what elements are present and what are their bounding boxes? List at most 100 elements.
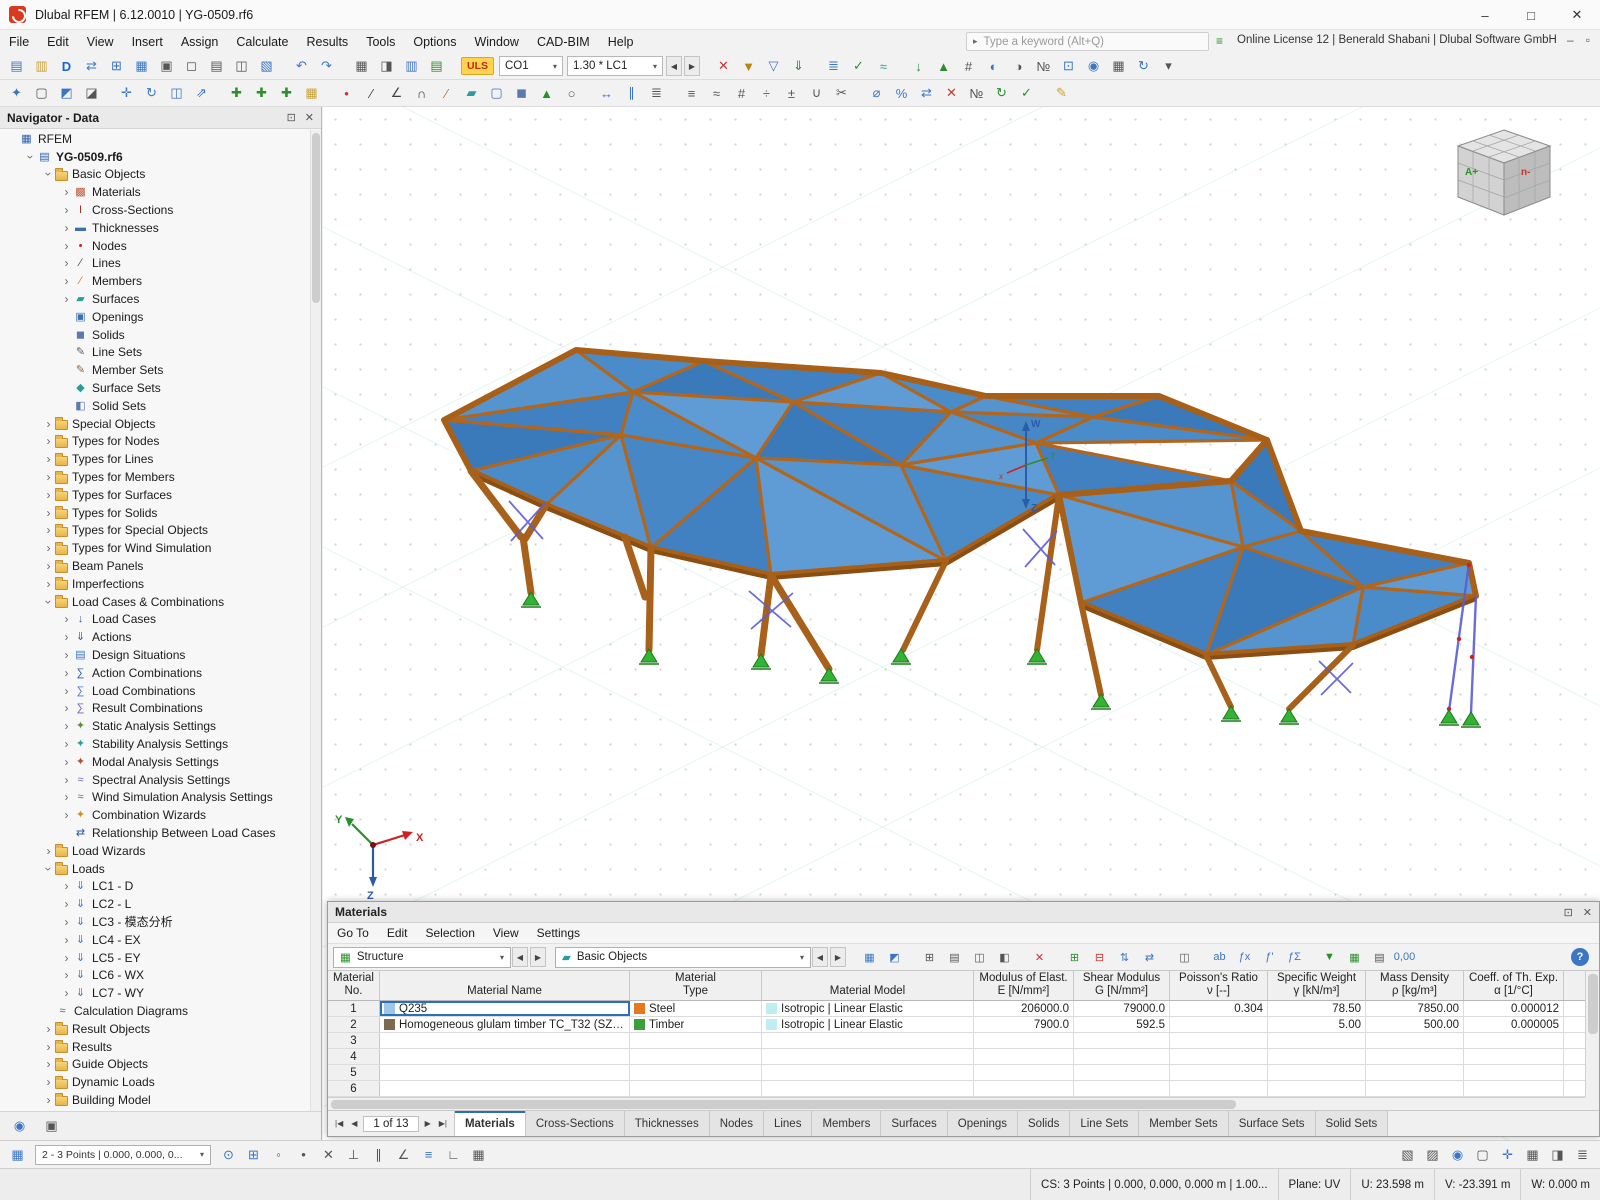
tree-expander-icon[interactable]: › [60,666,73,680]
tree-item[interactable]: › ✦ Modal Analysis Settings [0,753,310,771]
shear-modulus-cell[interactable]: 592.5 [1074,1017,1170,1032]
material-type-cell[interactable] [630,1065,762,1080]
column-header[interactable]: Material Name [380,971,630,1000]
dxf-layers[interactable]: ▨ [1421,1144,1444,1166]
modulus-cell[interactable]: 206000.0 [974,1001,1074,1016]
undo[interactable]: ↶ [290,55,313,77]
snap-settings[interactable]: ⊙ [217,1144,240,1166]
poisson-cell[interactable] [1170,1033,1268,1048]
tree-item[interactable]: › ▤ Design Situations [0,646,310,664]
close-panel-icon[interactable]: ✕ [1583,906,1592,919]
menu-item[interactable]: Window [465,32,527,52]
select-special-rows[interactable]: ◩ [883,946,906,968]
user-views[interactable]: ▦ [1107,55,1130,77]
tree-expander-icon[interactable]: › [60,933,73,947]
layers[interactable]: ≣ [645,82,668,104]
modulus-cell[interactable] [974,1081,1074,1096]
tree-expander-icon[interactable]: › [60,968,73,982]
tree-item[interactable]: › ⇓ LC3 - 模态分析 [0,913,310,931]
select-special[interactable]: ◩ [55,82,78,104]
tree-expander-icon[interactable]: › [60,951,73,965]
column-header[interactable]: Material Model [762,971,974,1000]
invert-selection[interactable]: ◪ [80,82,103,104]
decimal-places[interactable]: 0,00 [1393,946,1416,968]
divide-line[interactable]: ÷ [755,82,778,104]
generate-members[interactable]: ✚ [250,82,273,104]
new-support[interactable]: ▲ [535,82,558,104]
guidelines[interactable]: ∥ [620,82,643,104]
table-vertical-scrollbar[interactable] [1585,971,1599,1097]
background-layers[interactable]: ▧ [1396,1144,1419,1166]
tree-item[interactable]: › Special Objects [0,415,310,433]
tree-item[interactable]: › Types for Nodes [0,433,310,451]
table-tab[interactable]: Surfaces [881,1111,948,1136]
thermal-coeff-cell[interactable]: 0.000005 [1464,1017,1564,1032]
next-loading-button[interactable]: ▶ [684,56,700,76]
open-model[interactable]: ▥ [30,55,53,77]
tree-item[interactable]: › ≈ Wind Simulation Analysis Settings [0,788,310,806]
table-tab[interactable]: Openings [947,1111,1019,1136]
swap-direction[interactable]: ⇄ [915,82,938,104]
edit-operations[interactable]: ✦ [5,82,28,104]
tree-expander-icon[interactable]: › [60,684,73,698]
distribute[interactable]: ≈ [705,82,728,104]
redo[interactable]: ↷ [315,55,338,77]
shear-modulus-cell[interactable] [1074,1049,1170,1064]
navigator-toggle[interactable]: ⊞ [105,55,128,77]
maximize-button[interactable]: □ [1508,0,1554,30]
tree-expander-icon[interactable]: › [42,417,55,431]
calculate-all[interactable]: ≣ [822,55,845,77]
formula-fx[interactable]: ƒx [1233,946,1256,968]
tree-item[interactable]: › Result Objects [0,1020,310,1038]
poisson-cell[interactable] [1170,1017,1268,1032]
table-horizontal-scrollbar[interactable] [328,1097,1585,1110]
dimensions[interactable]: ↔ [595,82,618,104]
object-snap-toggle[interactable]: ◉ [1446,1144,1469,1166]
insert-block[interactable]: ▦ [300,82,323,104]
tree-expander-icon[interactable]: › [60,986,73,1000]
show-tables[interactable]: ▦ [350,55,373,77]
manage-configurations[interactable]: ▥ [400,55,423,77]
menu-item[interactable]: File [0,32,38,52]
tree-expander-icon[interactable]: › [42,844,55,858]
show-loads[interactable]: ↓ [907,55,930,77]
tree-expander-icon[interactable]: › [42,168,56,181]
tree-expander-icon[interactable]: › [42,523,55,537]
new-member[interactable]: ∕ [435,82,458,104]
tree-expander-icon[interactable]: › [60,292,73,306]
tree-expander-icon[interactable]: › [60,239,73,253]
tree-item[interactable]: › Loads [0,860,310,878]
tree-item[interactable]: ▦ RFEM [0,130,310,148]
snap-grid[interactable]: ⊞ [242,1144,265,1166]
thermal-coeff-cell[interactable] [1464,1049,1564,1064]
materials-menu-item[interactable]: View [484,924,528,942]
table-tab[interactable]: Materials [454,1111,526,1136]
import-table[interactable]: ◧ [993,946,1016,968]
tree-expander-icon[interactable]: › [42,862,56,875]
row-number[interactable]: 5 [328,1065,380,1080]
tree-expander-icon[interactable]: › [42,1057,55,1071]
menu-item[interactable]: Edit [38,32,78,52]
material-type-cell[interactable] [630,1033,762,1048]
panel-toggle[interactable]: ◨ [1546,1144,1569,1166]
scrollbar-thumb[interactable] [331,1100,1237,1109]
check-model[interactable]: ✓ [847,55,870,77]
thermal-coeff-cell[interactable] [1464,1081,1564,1096]
graphic-gallery[interactable]: ▧ [255,55,278,77]
tree-item[interactable]: › Guide Objects [0,1055,310,1073]
collapse-ribbon-icon[interactable]: – [1567,33,1574,47]
tree-expander-icon[interactable]: › [42,434,55,448]
tree-expander-icon[interactable]: › [60,897,73,911]
tree-expander-icon[interactable]: › [60,221,73,235]
fillet[interactable]: ∪ [805,82,828,104]
tree-expander-icon[interactable]: › [42,506,55,520]
tree-item[interactable]: › ⇓ LC6 - WX [0,966,310,984]
tree-item[interactable]: ◧ Solid Sets [0,397,310,415]
dlubal-cloud[interactable]: D [55,55,78,77]
table-row[interactable]: 6 [328,1081,1585,1097]
material-name-cell[interactable] [380,1081,630,1096]
new-line[interactable]: ∕ [360,82,383,104]
snap-intersection[interactable]: ✕ [317,1144,340,1166]
tree-expander-icon[interactable]: › [60,203,73,217]
table-row[interactable]: 3 [328,1033,1585,1049]
